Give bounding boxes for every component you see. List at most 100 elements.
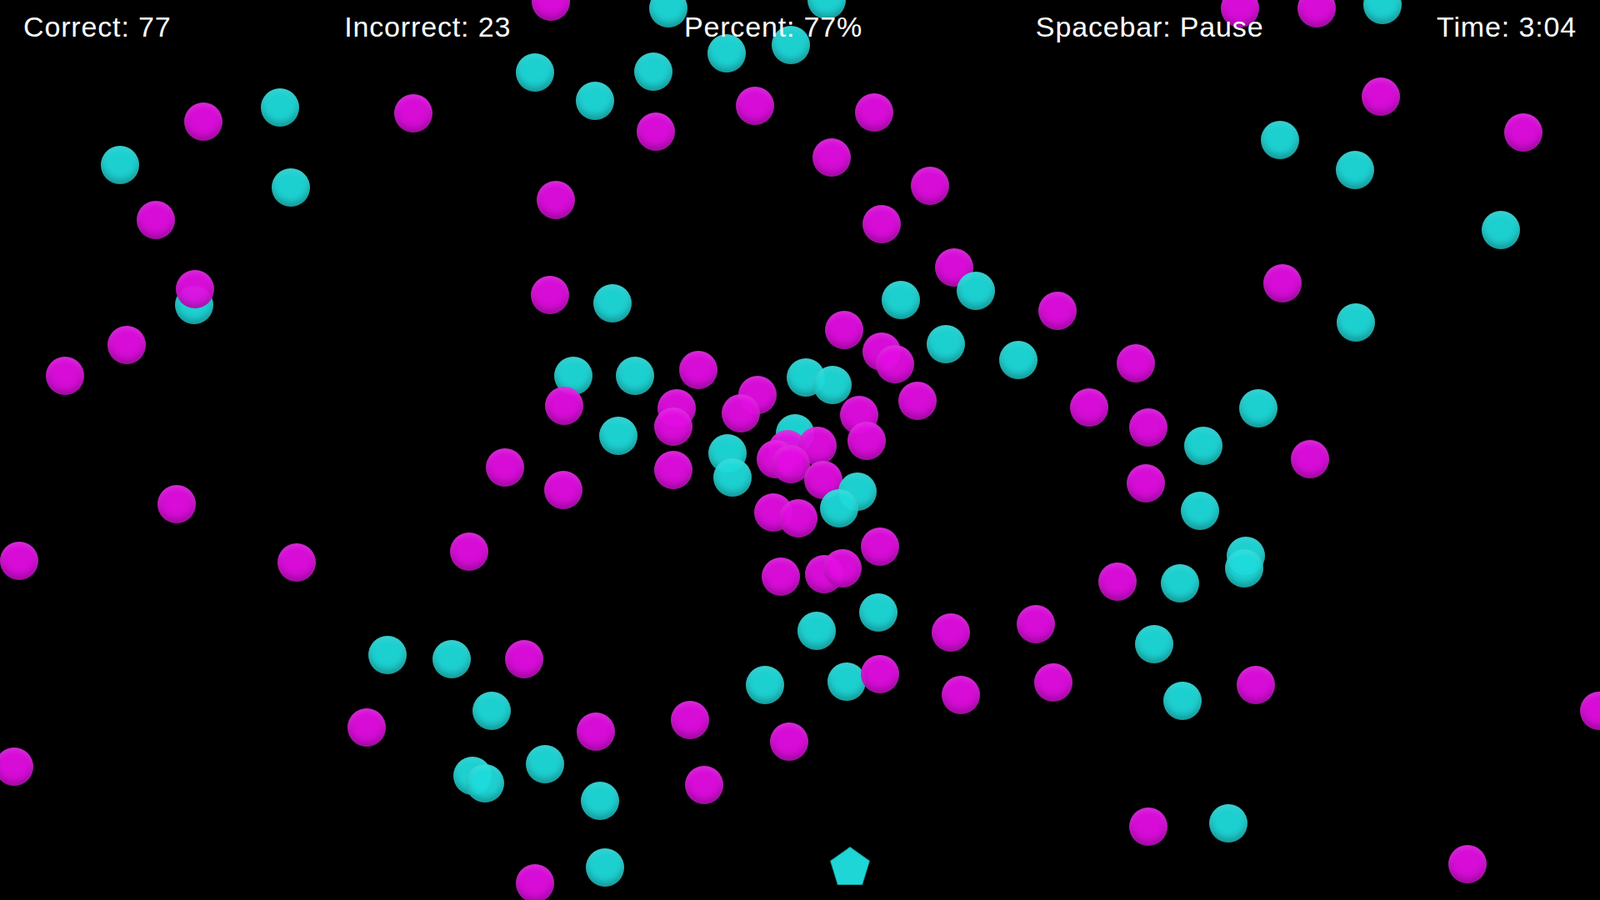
ball xyxy=(136,200,175,240)
ball xyxy=(770,722,809,761)
ball xyxy=(1580,691,1600,730)
ball xyxy=(465,764,505,803)
ball xyxy=(593,284,632,323)
ball xyxy=(599,416,638,455)
ball xyxy=(260,88,300,127)
hud-label: Percent: 77% xyxy=(684,10,863,45)
ball xyxy=(813,365,852,405)
ball xyxy=(1260,120,1300,160)
ball xyxy=(1481,210,1520,250)
ball xyxy=(536,180,575,220)
ball xyxy=(580,781,620,820)
ball xyxy=(761,557,800,596)
ball xyxy=(670,700,710,740)
ball xyxy=(45,356,85,395)
ball xyxy=(1163,681,1202,720)
ball xyxy=(745,665,785,705)
ball xyxy=(525,745,565,784)
ball xyxy=(1116,344,1155,383)
ball xyxy=(847,421,886,460)
ball xyxy=(1209,804,1248,843)
ball xyxy=(450,532,489,571)
hud-label: Correct: 77 xyxy=(23,10,172,45)
ball xyxy=(654,407,693,446)
ball xyxy=(855,93,894,132)
ball xyxy=(713,458,752,497)
hud-bar: Correct: 77 Incorrect: 23 Percent: 77% Spac… xyxy=(0,0,1600,45)
ball xyxy=(860,655,900,694)
ball xyxy=(823,549,862,588)
ball xyxy=(881,280,920,320)
ball xyxy=(432,640,471,679)
ball xyxy=(100,145,140,185)
ball xyxy=(271,168,310,207)
ball xyxy=(1263,264,1302,303)
ball xyxy=(1336,303,1375,342)
ball xyxy=(649,0,688,28)
ball xyxy=(1098,562,1137,601)
ball xyxy=(394,94,433,133)
ball xyxy=(368,635,407,675)
player-pentagon-icon[interactable] xyxy=(828,845,872,889)
ball xyxy=(735,86,775,125)
ball xyxy=(862,205,901,244)
ball xyxy=(1297,0,1336,28)
ball xyxy=(615,356,655,395)
ball xyxy=(585,848,625,887)
ball xyxy=(515,864,555,900)
ball xyxy=(898,381,937,420)
ball xyxy=(472,691,511,730)
ball xyxy=(347,708,386,747)
ball xyxy=(575,81,615,120)
ball xyxy=(1070,388,1109,427)
hud-label: Time: 3:04 xyxy=(1436,10,1577,45)
ball xyxy=(721,394,760,433)
ball xyxy=(654,450,693,490)
ball xyxy=(1135,625,1174,664)
game-screen: Correct: 77 Incorrect: 23 Percent: 77% Spac… xyxy=(0,0,1600,900)
ball xyxy=(1225,549,1264,588)
ball xyxy=(544,470,583,510)
ball xyxy=(184,102,223,141)
ball xyxy=(175,270,215,309)
ball xyxy=(277,543,316,582)
ball xyxy=(157,485,196,524)
ball xyxy=(859,593,898,632)
ball xyxy=(860,527,900,566)
ball xyxy=(1504,113,1543,152)
ball xyxy=(999,340,1038,380)
ball xyxy=(875,345,915,384)
ball xyxy=(531,0,570,21)
ball xyxy=(0,541,39,580)
ball xyxy=(1239,389,1278,428)
ball xyxy=(1448,845,1487,884)
ball xyxy=(1290,440,1330,479)
ball xyxy=(1363,0,1402,25)
ball xyxy=(956,271,995,310)
ball xyxy=(515,53,555,92)
ball xyxy=(926,325,965,364)
playfield xyxy=(0,0,1600,900)
ball xyxy=(1335,150,1375,190)
ball xyxy=(931,613,970,652)
hud-label: Incorrect: 23 xyxy=(344,10,511,45)
ball xyxy=(820,489,859,528)
ball xyxy=(1016,605,1055,644)
ball xyxy=(1236,665,1275,705)
ball xyxy=(1038,291,1077,330)
ball xyxy=(679,350,718,390)
ball xyxy=(797,611,836,650)
ball xyxy=(1184,426,1223,465)
ball xyxy=(485,448,525,487)
ball xyxy=(545,386,584,425)
ball xyxy=(1361,77,1400,116)
hud-label: Spacebar: Pause xyxy=(1035,10,1265,45)
ball xyxy=(636,112,675,151)
ball xyxy=(1034,663,1073,702)
ball xyxy=(1129,408,1168,447)
ball xyxy=(1129,807,1168,846)
ball xyxy=(634,52,673,91)
ball xyxy=(576,712,615,751)
ball xyxy=(107,325,146,365)
ball xyxy=(779,499,818,538)
